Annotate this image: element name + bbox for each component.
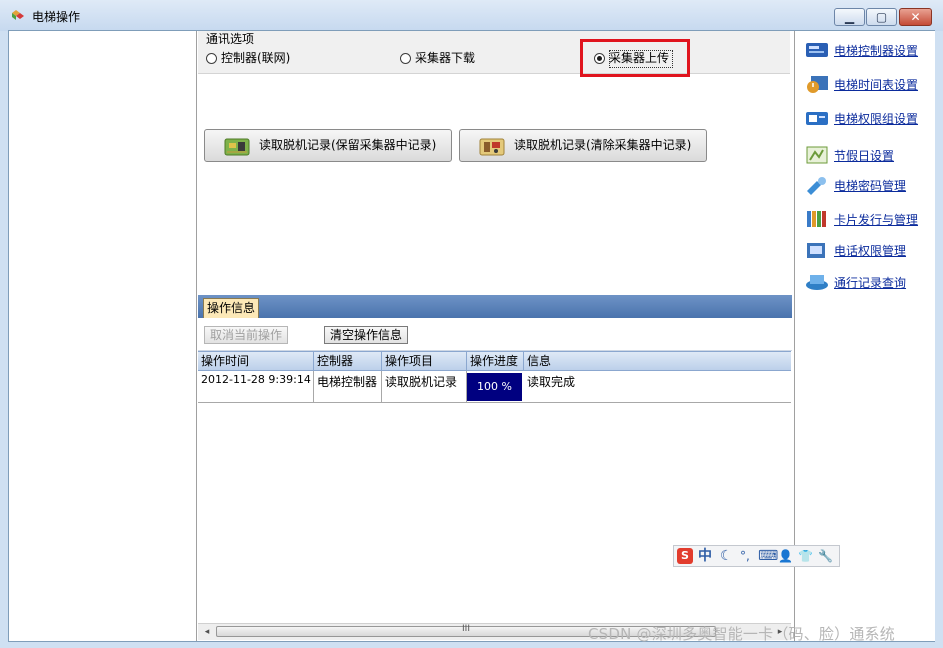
skin-icon[interactable]: 👕 (798, 547, 813, 566)
nav-label: 卡片发行与管理 (834, 213, 919, 227)
left-tree-pane[interactable] (9, 31, 197, 641)
comm-options-title: 通讯选项 (206, 32, 255, 46)
grid-header: 操作时间 控制器 操作项目 操作进度 信息 (198, 352, 791, 371)
radio-dot (400, 53, 411, 64)
read-offline-clear-button[interactable]: 读取脱机记录(清除采集器中记录) (459, 129, 707, 162)
nav-label: 通行记录查询 (834, 276, 907, 290)
read-offline-keep-label: 读取脱机记录(保留采集器中记录) (259, 138, 437, 152)
close-icon: ✕ (910, 10, 921, 24)
read-offline-clear-label: 读取脱机记录(清除采集器中记录) (514, 138, 692, 152)
col-op-item[interactable]: 操作项目 (382, 352, 467, 370)
radio-label: 控制器(联网) (221, 51, 291, 65)
controller-settings-icon (806, 43, 828, 57)
radio-controller-network[interactable]: 控制器(联网) (206, 50, 290, 68)
nav-label: 电梯时间表设置 (834, 78, 919, 92)
clear-ops-info-button[interactable]: 清空操作信息 (324, 326, 409, 344)
table-row[interactable]: 2012-11-28 9:39:14 电梯控制器 读取脱机记录 100 % 读取… (198, 371, 791, 403)
maximize-button[interactable]: ▢ (866, 8, 897, 26)
radio-label: 采集器下载 (415, 51, 476, 65)
window-title: 电梯操作 (32, 10, 81, 24)
close-button[interactable]: ✕ (899, 8, 932, 26)
watermark: CSDN @深圳多奥智能一卡（码、脸）通系统 (588, 625, 895, 643)
tools-icon[interactable]: 🔧 (818, 547, 833, 566)
minimize-icon: ▁ (844, 10, 855, 24)
phone-permission-icon (807, 243, 825, 258)
minimize-button[interactable]: ▁ (834, 8, 865, 26)
title-bar[interactable]: 电梯操作 ▁ ▢ ✕ (0, 0, 943, 31)
ops-grid[interactable]: 操作时间 控制器 操作项目 操作进度 信息 2012-11-28 9:39:14… (198, 351, 791, 624)
scroll-left-icon[interactable]: ◂ (201, 626, 213, 638)
access-records-icon (806, 275, 828, 290)
cancel-operation-button[interactable]: 取消当前操作 (204, 326, 289, 344)
app-window: 电梯操作 ▁ ▢ ✕ 通讯选项 控制器(联网) 采集器下载 采集器上传 读取脱机… (0, 0, 943, 648)
nav-label: 节假日设置 (834, 149, 895, 163)
col-controller[interactable]: 控制器 (314, 352, 382, 370)
keyboard-icon[interactable]: ⌨ (758, 547, 778, 566)
password-icon (807, 177, 826, 195)
tab-ops-info[interactable]: 操作信息 (203, 298, 259, 318)
cell-controller: 电梯控制器 (314, 371, 382, 402)
nav-label: 电梯密码管理 (834, 179, 907, 193)
nav-label: 电梯控制器设置 (834, 44, 919, 58)
ime-punctuation-icon[interactable]: °, (740, 547, 750, 566)
app-logo-icon (12, 10, 24, 20)
ops-tab-strip: 操作信息 (198, 295, 792, 318)
ops-toolbar: 取消当前操作 清空操作信息 (198, 318, 792, 351)
comm-options-group: 通讯选项 控制器(联网) 采集器下载 采集器上传 (198, 31, 790, 74)
ime-logo-icon[interactable]: S (677, 548, 693, 564)
focus-rectangle (609, 50, 673, 68)
ime-chinese-mode[interactable]: 中 (698, 547, 712, 566)
holiday-icon (806, 146, 828, 164)
col-op-time[interactable]: 操作时间 (198, 352, 314, 370)
user-icon[interactable]: 👤 (778, 547, 793, 566)
collector-board-icon (479, 138, 505, 156)
cell-item: 读取脱机记录 (382, 371, 467, 402)
schedule-icon (807, 76, 828, 93)
cell-time: 2012-11-28 9:39:14 (198, 371, 314, 402)
maximize-icon: ▢ (875, 10, 888, 24)
permission-group-icon (806, 112, 828, 125)
col-info[interactable]: 信息 (524, 352, 791, 370)
cell-info: 读取完成 (527, 375, 576, 389)
ime-toolbar[interactable]: S 中 ☾ °, ⌨ 👤 👕 🔧 (673, 545, 840, 567)
ime-half-width-icon[interactable]: ☾ (720, 547, 733, 566)
col-progress[interactable]: 操作进度 (467, 352, 524, 370)
radio-dot (206, 53, 217, 64)
nav-label: 电梯权限组设置 (834, 112, 919, 126)
card-issue-icon (807, 211, 826, 227)
circuit-board-icon (224, 138, 250, 156)
read-offline-keep-button[interactable]: 读取脱机记录(保留采集器中记录) (204, 129, 452, 162)
radio-collector-download[interactable]: 采集器下载 (400, 50, 475, 68)
progress-bar: 100 % (467, 373, 522, 401)
nav-label: 电话权限管理 (834, 244, 907, 258)
